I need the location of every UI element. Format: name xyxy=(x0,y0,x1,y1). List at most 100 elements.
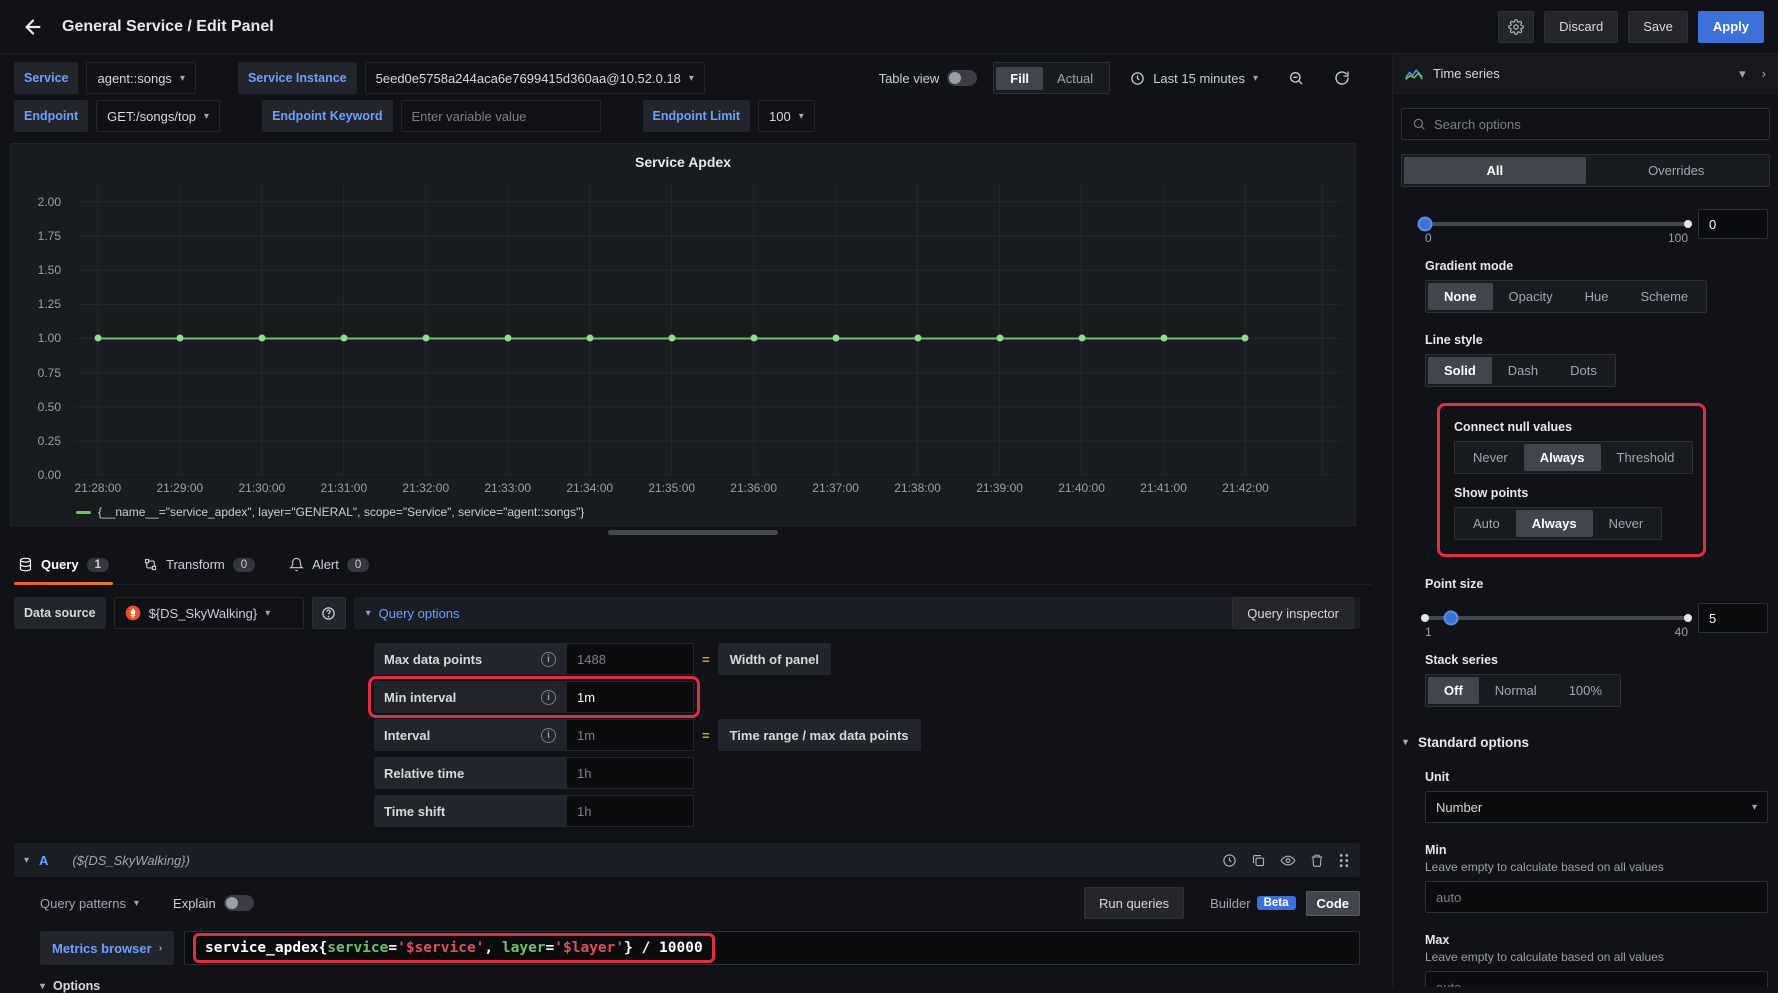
fill-actual-option-fill[interactable]: Fill xyxy=(996,67,1043,90)
options-option-all[interactable]: All xyxy=(1404,157,1586,184)
stack-series-option-100[interactable]: 100% xyxy=(1553,677,1618,704)
discard-button[interactable]: Discard xyxy=(1544,11,1618,43)
visualization-picker[interactable]: Time series ▾ › xyxy=(1393,54,1778,94)
stack-series-option-normal[interactable]: Normal xyxy=(1479,677,1553,704)
option-value-input[interactable]: 1m xyxy=(566,681,694,713)
gradient-mode-option-hue[interactable]: Hue xyxy=(1569,283,1625,310)
duplicate-query-icon[interactable] xyxy=(1251,853,1266,868)
bell-icon xyxy=(289,557,304,572)
save-button[interactable]: Save xyxy=(1628,11,1688,43)
query-history-icon[interactable] xyxy=(1222,853,1237,868)
service-variable-picker[interactable]: agent::songs ▾ xyxy=(86,62,195,94)
code-option[interactable]: Code xyxy=(1306,891,1361,916)
fill-actual-option-actual[interactable]: Actual xyxy=(1043,67,1107,90)
panel-settings-gear-icon[interactable] xyxy=(1498,11,1534,43)
slider-handle[interactable] xyxy=(1418,217,1433,232)
service-variable-label: Service xyxy=(14,62,78,94)
option-value-input[interactable]: 1h xyxy=(566,757,694,789)
chevron-down-icon: ▾ xyxy=(265,608,270,619)
grafana-edit-panel: { "header": { "title": "General Service … xyxy=(0,0,1778,987)
gradient-mode-option-opacity[interactable]: Opacity xyxy=(1493,283,1569,310)
show-points-option-auto[interactable]: Auto xyxy=(1457,510,1516,537)
builder-option[interactable]: Builder Beta xyxy=(1200,892,1305,915)
data-point xyxy=(832,335,839,342)
min-description: Leave empty to calculate based on all va… xyxy=(1425,860,1768,874)
stack-series-option-off[interactable]: Off xyxy=(1428,677,1479,704)
datasource-picker[interactable]: ${DS_SkyWalking} ▾ xyxy=(114,597,304,629)
chevron-down-icon: ▾ xyxy=(180,73,185,84)
gradient-mode-option-none[interactable]: None xyxy=(1428,283,1493,310)
x-axis-tick: 21:39:00 xyxy=(976,481,1023,495)
connect-nulls-option-never[interactable]: Never xyxy=(1457,444,1524,471)
query-a-header[interactable]: ▾ A (${DS_SkyWalking}) xyxy=(14,843,1360,877)
zoom-out-icon[interactable] xyxy=(1278,62,1314,94)
promql-expression-input[interactable]: service_apdex{service='$service', layer=… xyxy=(184,931,1360,965)
fill-opacity-slider[interactable]: 0 100 xyxy=(1425,222,1688,226)
back-arrow-icon[interactable] xyxy=(14,8,52,46)
y-axis-tick: 0.75 xyxy=(38,366,61,380)
tab-alert[interactable]: Alert 0 xyxy=(285,557,373,584)
query-inspector-button[interactable]: Query inspector xyxy=(1232,597,1354,629)
search-icon xyxy=(1412,117,1426,131)
endpoint-keyword-input[interactable] xyxy=(401,100,601,132)
drag-handle-icon[interactable] xyxy=(1338,853,1350,868)
tab-query[interactable]: Query 1 xyxy=(14,557,113,584)
y-axis-tick: 1.25 xyxy=(38,297,61,311)
refresh-icon[interactable] xyxy=(1324,62,1360,94)
panel-resize-handle[interactable] xyxy=(608,530,778,535)
gradient-mode-segmented: NoneOpacityHueScheme xyxy=(1425,280,1707,313)
standard-options-section[interactable]: ▾ Standard options xyxy=(1403,735,1770,750)
explain-toggle[interactable] xyxy=(224,895,254,911)
transform-count-badge: 0 xyxy=(233,558,255,572)
endpoint-keyword-label: Endpoint Keyword xyxy=(262,100,392,132)
data-point xyxy=(668,335,675,342)
point-size-slider[interactable]: 1 40 xyxy=(1425,616,1688,620)
show-points-option-always[interactable]: Always xyxy=(1516,510,1593,537)
query-patterns-dropdown[interactable]: Query patterns ▾ xyxy=(40,896,139,911)
endpoint-limit-picker[interactable]: 100 ▾ xyxy=(758,100,815,132)
point-size-value[interactable]: 5 xyxy=(1698,603,1768,633)
table-view-toggle[interactable] xyxy=(947,70,977,86)
tab-transform[interactable]: Transform 0 xyxy=(139,557,259,584)
unit-select[interactable]: Number ▾ xyxy=(1425,791,1768,823)
chart-legend[interactable]: {__name__="service_apdex", layer="GENERA… xyxy=(76,505,584,519)
chevron-down-icon[interactable]: ▾ xyxy=(1739,66,1746,82)
gradient-mode-option-scheme[interactable]: Scheme xyxy=(1624,283,1704,310)
min-input[interactable] xyxy=(1425,881,1768,913)
metrics-browser-button[interactable]: Metrics browser › xyxy=(40,931,174,965)
time-range-picker[interactable]: Last 15 minutes ▾ xyxy=(1120,62,1268,94)
apply-button[interactable]: Apply xyxy=(1698,11,1764,43)
options-search-input[interactable] xyxy=(1434,117,1759,132)
y-axis-tick: 0.25 xyxy=(38,434,61,448)
x-axis-tick: 21:30:00 xyxy=(238,481,285,495)
connect-nulls-option-threshold[interactable]: Threshold xyxy=(1601,444,1691,471)
datasource-help-icon[interactable] xyxy=(312,597,346,629)
option-value-input[interactable]: 1h xyxy=(566,795,694,827)
line-style-option-dash[interactable]: Dash xyxy=(1492,357,1554,384)
line-style-option-solid[interactable]: Solid xyxy=(1428,357,1492,384)
slider-handle[interactable] xyxy=(1444,611,1459,626)
query-options-toggle[interactable]: Query options xyxy=(379,606,460,621)
data-point xyxy=(176,335,183,342)
hide-query-eye-icon[interactable] xyxy=(1280,853,1296,868)
fill-opacity-value[interactable]: 0 xyxy=(1698,209,1768,239)
builder-code-switch: Builder Beta Code xyxy=(1200,891,1360,916)
options-option-overrides[interactable]: Overrides xyxy=(1586,157,1768,184)
chevron-right-icon[interactable]: › xyxy=(1762,66,1766,82)
x-axis-tick: 21:38:00 xyxy=(894,481,941,495)
option-value-input[interactable]: 1488 xyxy=(566,643,694,675)
data-point xyxy=(586,335,593,342)
fill-opacity-control: 0 100 0 xyxy=(1425,209,1768,239)
endpoint-variable-picker[interactable]: GET:/songs/top ▾ xyxy=(96,100,220,132)
query-options-strip: ▾ Query options Query inspector xyxy=(354,597,1360,629)
service-instance-variable-picker[interactable]: 5eed0e5758a244aca6e7699415d360aa@10.52.0… xyxy=(365,62,705,94)
query-options-collapsible[interactable]: ▾ Options xyxy=(40,979,1372,993)
connect-nulls-option-always[interactable]: Always xyxy=(1524,444,1601,471)
top-bar: General Service / Edit Panel Discard Sav… xyxy=(0,0,1778,54)
max-input[interactable] xyxy=(1425,971,1768,987)
run-queries-button[interactable]: Run queries xyxy=(1084,887,1184,919)
line-style-option-dots[interactable]: Dots xyxy=(1554,357,1613,384)
option-value-input[interactable]: 1m xyxy=(566,719,694,751)
show-points-option-never[interactable]: Never xyxy=(1593,510,1660,537)
delete-query-trash-icon[interactable] xyxy=(1310,853,1324,868)
